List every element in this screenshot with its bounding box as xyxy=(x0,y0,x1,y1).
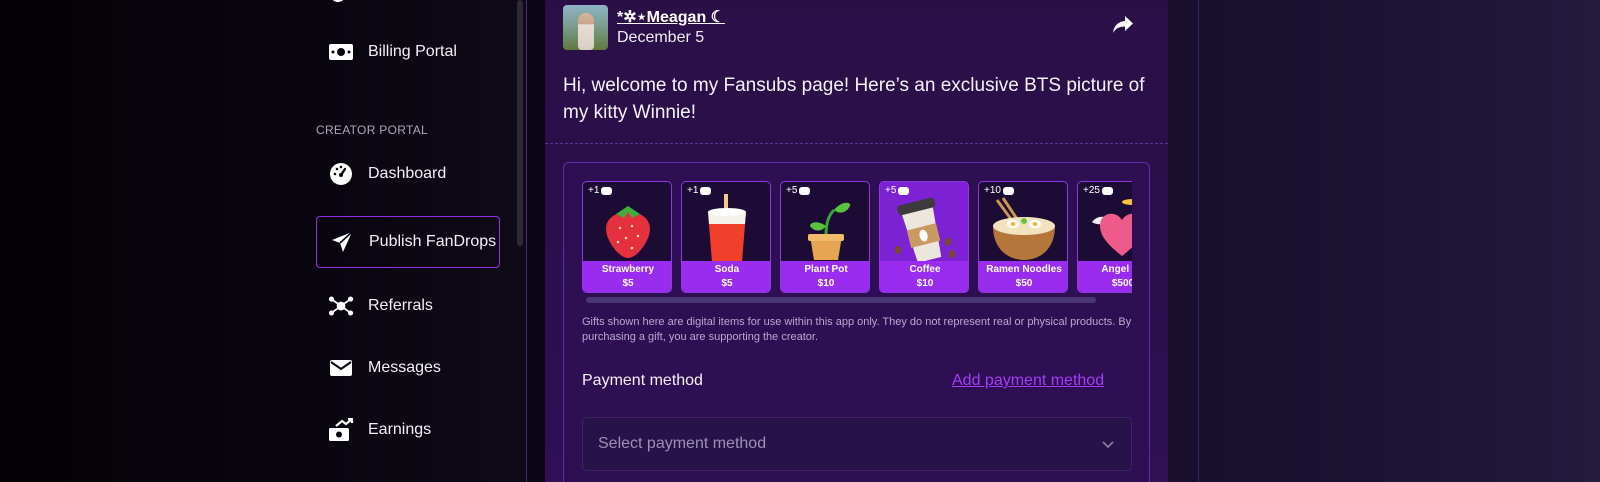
share-icon xyxy=(1112,15,1134,40)
section-label-creator-portal: CREATOR PORTAL xyxy=(316,123,429,137)
sidebar-item-dashboard[interactable]: Dashboard xyxy=(316,148,500,200)
avatar[interactable] xyxy=(563,5,608,50)
add-payment-method-link[interactable]: Add payment method xyxy=(952,372,1104,390)
sidebar-item-publish-fandrops[interactable]: Publish FanDrops xyxy=(316,216,500,268)
sidebar-item-label: Earnings xyxy=(368,421,432,438)
gift-count: +1 xyxy=(588,185,613,196)
gift-price: $50 xyxy=(1015,278,1033,289)
gift-name: Coffee xyxy=(909,264,941,275)
divider xyxy=(545,143,1168,144)
sidebar-item-messages[interactable]: Messages xyxy=(316,342,500,394)
ramen-icon xyxy=(979,196,1067,262)
divider xyxy=(526,0,527,482)
gift-price: $10 xyxy=(817,278,835,289)
gift-count: +5 xyxy=(786,185,811,196)
gift-name: Ramen Noodles xyxy=(986,264,1062,275)
post-date: December 5 xyxy=(617,29,705,46)
mail-icon xyxy=(328,355,354,381)
sidebar-item-billing-portal[interactable]: Billing Portal xyxy=(316,26,500,78)
referrals-icon xyxy=(328,293,354,319)
soda-icon xyxy=(682,194,770,262)
gift-list: +1 Strawberry $5 +1 Soda $5 +5 Plant Pot $1… xyxy=(582,181,1132,294)
sidebar-item-label: Messages xyxy=(368,359,441,376)
gift-name: Angel He xyxy=(1101,264,1132,275)
payment-method-label: Payment method xyxy=(582,372,703,389)
chat-icon xyxy=(1101,186,1113,195)
sidebar-item-label: Dashboard xyxy=(368,165,447,182)
gift-count: +10 xyxy=(984,185,1014,196)
sidebar-item-label: Referrals xyxy=(368,297,433,314)
earnings-icon xyxy=(328,417,354,443)
gift-card-coffee[interactable]: +5 Coffee $10 xyxy=(879,181,969,293)
gift-count: +25 xyxy=(1083,185,1113,196)
angel-heart-icon xyxy=(1078,196,1132,262)
payment-method-select[interactable]: Select payment method xyxy=(582,417,1132,471)
strawberry-icon xyxy=(583,196,671,262)
gift-name: Plant Pot xyxy=(804,264,848,275)
chevron-down-icon xyxy=(1101,436,1115,454)
send-icon xyxy=(329,229,355,255)
chat-icon xyxy=(1002,186,1014,195)
gift-card-ramen-noodles[interactable]: +10 Ramen Noodles $50 xyxy=(978,181,1068,293)
gift-card-strawberry[interactable]: +1 Strawberry $5 xyxy=(582,181,672,293)
share-button[interactable] xyxy=(1110,14,1136,40)
gift-list-scrollbar[interactable] xyxy=(586,297,1096,303)
gift-name: Strawberry xyxy=(601,264,655,275)
sidebar-item-referrals[interactable]: Referrals xyxy=(316,280,500,332)
post-username[interactable]: *✲⋆Meagan ☾ xyxy=(617,7,725,27)
sidebar-item-earnings[interactable]: Earnings xyxy=(316,404,500,456)
sidebar-item-label: Publish FanDrops xyxy=(369,233,497,250)
chat-icon xyxy=(799,186,811,195)
gift-card-soda[interactable]: +1 Soda $5 xyxy=(681,181,771,293)
gift-card-angel-heart[interactable]: +25 Angel He $500 xyxy=(1077,181,1132,293)
sidebar-item-label: Billing Portal xyxy=(368,43,457,60)
dashboard-icon xyxy=(328,161,354,187)
gift-price: $5 xyxy=(622,278,634,289)
gift-price: $10 xyxy=(916,278,934,289)
divider xyxy=(1198,0,1199,482)
gift-card-plant-pot[interactable]: +5 Plant Pot $10 xyxy=(780,181,870,293)
gift-price: $500 xyxy=(1111,278,1132,289)
gift-price: $5 xyxy=(721,278,733,289)
coffee-icon xyxy=(880,196,968,263)
money-icon xyxy=(328,39,354,65)
post-text: Hi, welcome to my Fansubs page! Here’s a… xyxy=(563,75,1145,123)
sidebar-scrollbar-thumb[interactable] xyxy=(517,0,523,246)
plant-pot-icon xyxy=(781,196,869,262)
gift-disclaimer: Gifts shown here are digital items for u… xyxy=(582,316,1132,343)
gift-name: Soda xyxy=(714,264,740,275)
chat-icon xyxy=(601,186,613,195)
payment-method-placeholder: Select payment method xyxy=(598,435,767,452)
